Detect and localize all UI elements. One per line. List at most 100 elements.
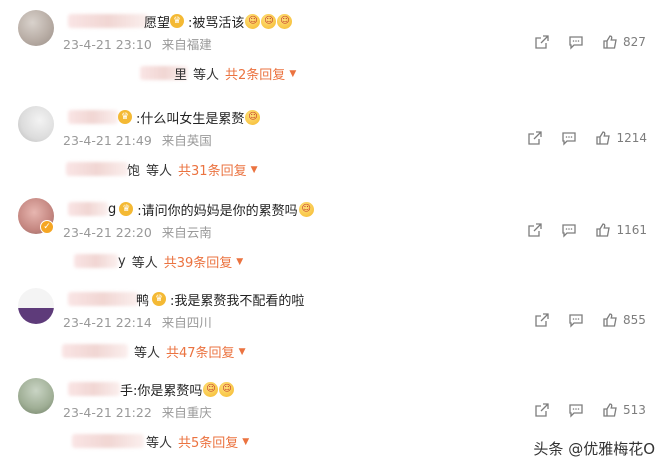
chevron-down-icon: ▼	[250, 164, 258, 175]
comment-icon[interactable]	[568, 312, 584, 328]
reply-summary[interactable]: y 等人 共39条回复 ▼	[118, 252, 243, 271]
crown-icon: ♛	[119, 202, 134, 216]
reply-summary[interactable]: 饱 等人 共31条回复 ▼	[127, 160, 258, 179]
comment-meta: 23-4-21 21:22 来自重庆	[63, 402, 212, 421]
like-icon[interactable]	[602, 402, 618, 418]
share-icon[interactable]	[534, 402, 550, 418]
reply-by: 等人	[131, 256, 158, 271]
crown-icon: ♛	[152, 292, 167, 306]
comment-date: 23-4-21 23:10	[63, 37, 152, 52]
comment-item: ✓ g ♛ :请问你的妈妈是你的累赘吗 ☺ 23-4-21 22:20 来自云南…	[0, 198, 665, 291]
chevron-down-icon: ▼	[242, 436, 250, 447]
like-count: 1214	[616, 131, 647, 145]
reply-user-tail: y	[118, 254, 126, 269]
share-icon[interactable]	[534, 312, 550, 328]
red-envelope-face-icon: ☺	[245, 13, 261, 29]
comment-date: 23-4-21 21:49	[63, 133, 152, 148]
reply-summary[interactable]: 里 等人 共2条回复 ▼	[174, 64, 296, 83]
comment-text: :请问你的妈妈是你的累赘吗	[137, 203, 298, 219]
laugh-face-icon: ☺	[219, 381, 235, 397]
blurred-username	[68, 382, 120, 396]
comment-item: 鸭 ♛ :我是累赘我不配看的啦 23-4-21 22:14 来自四川 855 等…	[0, 288, 665, 381]
reply-summary[interactable]: 等人 共5条回复 ▼	[144, 432, 249, 451]
comment-date: 23-4-21 22:20	[63, 225, 152, 240]
like-count: 855	[623, 313, 646, 327]
yawn-face-icon: ☺	[298, 201, 314, 217]
avatar[interactable]	[18, 288, 54, 324]
like-count: 1161	[616, 223, 647, 237]
red-envelope-face-icon: ☺	[277, 13, 293, 29]
blurred-reply-user	[62, 344, 128, 358]
comment-date: 23-4-21 22:14	[63, 315, 152, 330]
comment-actions: 513	[534, 402, 647, 418]
comment-icon[interactable]	[568, 34, 584, 50]
like-icon[interactable]	[595, 222, 611, 238]
chevron-down-icon: ▼	[289, 68, 297, 79]
comment-text: :你是累赘吗	[133, 383, 203, 399]
blurred-reply-user	[72, 434, 144, 448]
comment-meta: 23-4-21 22:14 来自四川	[63, 312, 212, 331]
view-replies-link[interactable]: 共5条回复	[178, 432, 238, 451]
share-icon[interactable]	[527, 222, 543, 238]
comment-meta: 23-4-21 23:10 来自福建	[63, 34, 212, 53]
avatar[interactable]	[18, 10, 54, 46]
reply-by: 等人	[193, 68, 220, 83]
comment-location: 来自云南	[161, 225, 212, 240]
laugh-face-icon: ☺	[203, 381, 219, 397]
reply-by: 等人	[146, 164, 173, 179]
blurred-reply-user	[74, 254, 118, 268]
comment-text: :什么叫女生是累赘	[136, 111, 245, 127]
blurred-username	[68, 292, 138, 306]
comment-location: 来自英国	[161, 133, 212, 148]
crown-icon: ♛	[118, 110, 132, 124]
comment-actions: 1214	[527, 130, 647, 146]
comment-icon[interactable]	[568, 402, 584, 418]
avatar[interactable]	[18, 106, 54, 142]
verified-icon: ✓	[40, 220, 54, 234]
like-icon[interactable]	[602, 312, 618, 328]
view-replies-link[interactable]: 共39条回复	[164, 252, 233, 271]
view-replies-link[interactable]: 共2条回复	[225, 64, 285, 83]
blurred-username	[68, 202, 108, 216]
share-icon[interactable]	[527, 130, 543, 146]
red-envelope-face-icon: ☺	[261, 13, 277, 29]
comment-meta: 23-4-21 22:20 来自云南	[63, 222, 212, 241]
username-tail[interactable]: 手	[120, 380, 133, 399]
comment-text: :我是累赘我不配看的啦	[170, 293, 305, 309]
reply-summary[interactable]: 等人 共47条回复 ▼	[128, 342, 245, 361]
comment-text: :被骂活该	[188, 15, 245, 31]
like-icon[interactable]	[595, 130, 611, 146]
blurred-reply-user	[66, 162, 128, 176]
reply-user-tail: 饱	[127, 164, 141, 179]
like-icon[interactable]	[602, 34, 618, 50]
comment-actions: 855	[534, 312, 647, 328]
share-icon[interactable]	[534, 34, 550, 50]
reply-by: 等人	[146, 436, 173, 451]
reply-by: 等人	[134, 346, 161, 361]
blurred-username	[68, 110, 118, 124]
view-replies-link[interactable]: 共47条回复	[166, 342, 235, 361]
crown-icon: ♛	[170, 14, 185, 28]
reply-user-tail: 里	[174, 68, 188, 83]
comment-location: 来自福建	[161, 37, 212, 52]
comment-icon[interactable]	[561, 130, 577, 146]
avatar[interactable]	[18, 378, 54, 414]
watermark: 头条 @优雅梅花O	[533, 440, 655, 458]
comment-actions: 827	[534, 34, 647, 50]
username-tail[interactable]: g	[108, 202, 116, 217]
comment-icon[interactable]	[561, 222, 577, 238]
username-tail[interactable]: 鸭	[136, 290, 149, 309]
chevron-down-icon: ▼	[236, 256, 244, 267]
username-tail[interactable]: 愿望	[144, 12, 170, 31]
blurred-username	[68, 14, 148, 28]
comment-location: 来自四川	[161, 315, 212, 330]
comment-meta: 23-4-21 21:49 来自英国	[63, 130, 212, 149]
like-count: 513	[623, 403, 646, 417]
smile-face-icon: ☺	[245, 109, 261, 125]
chevron-down-icon: ▼	[238, 346, 246, 357]
comment-location: 来自重庆	[161, 405, 212, 420]
comment-item: ♛ :什么叫女生是累赘 ☺ 23-4-21 21:49 来自英国 1214 饱 …	[0, 106, 665, 199]
view-replies-link[interactable]: 共31条回复	[178, 160, 247, 179]
like-count: 827	[623, 35, 646, 49]
comment-date: 23-4-21 21:22	[63, 405, 152, 420]
